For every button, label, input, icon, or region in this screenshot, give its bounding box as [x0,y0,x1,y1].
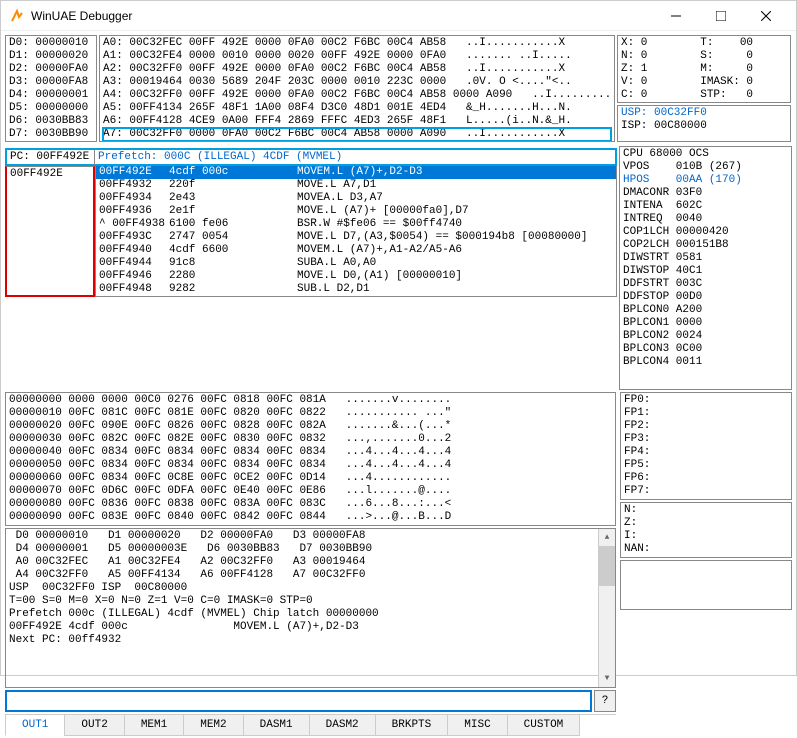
tab-dasm2[interactable]: DASM2 [309,715,376,736]
titlebar: WinUAE Debugger [1,1,796,31]
disasm-row[interactable]: 00FF4936 2e1fMOVE.L (A7)+ [00000fa0],D7 [96,205,616,218]
tab-bar: OUT1OUT2MEM1MEM2DASM1DASM2BRKPTSMISCCUST… [5,714,616,736]
disasm-row[interactable]: 00FF493C 2747 0054MOVE.L D7,(A3,$0054) =… [96,231,616,244]
tab-custom[interactable]: CUSTOM [507,715,581,736]
tab-out2[interactable]: OUT2 [64,715,124,736]
scroll-up-icon[interactable]: ▲ [599,529,615,546]
scroll-down-icon[interactable]: ▼ [599,670,615,687]
disasm-row[interactable]: 00FF4940 4cdf 6600MOVEM.L (A7)+,A1-A2/A5… [96,244,616,257]
tab-brkpts[interactable]: BRKPTS [375,715,449,736]
disasm-row[interactable]: 00FF4934 2e43MOVEA.L D3,A7 [96,192,616,205]
scroll-thumb[interactable] [599,546,615,586]
data-registers[interactable]: D0: 00000010 D1: 00000020 D2: 00000FA0 D… [5,35,97,142]
pc-highlight[interactable]: 00FF492E [5,166,95,297]
pc-register[interactable]: PC: 00FF492E [5,148,95,166]
command-input[interactable] [5,690,592,712]
cpu-flags[interactable]: X: 0 T: 00 N: 0 S: 0 Z: 1 M: 0 V: 0 IMAS… [617,35,791,103]
disasm-row[interactable]: 00FF4948 9282SUB.L D2,D1 [96,283,616,296]
help-button[interactable]: ? [594,690,616,712]
fp-registers[interactable]: FP0: FP1: FP2: FP3: FP4: FP5: FP6: FP7: [620,392,792,500]
tab-dasm1[interactable]: DASM1 [243,715,310,736]
scrollbar[interactable]: ▲ ▼ [598,529,615,687]
minimize-button[interactable] [653,2,698,30]
address-registers[interactable]: A0: 00C32FEC 00FF 492E 0000 0FA0 00C2 F6… [99,35,615,142]
tab-misc[interactable]: MISC [447,715,507,736]
disasm-row[interactable]: 00FF4932 220fMOVE.L A7,D1 [96,179,616,192]
prefetch-display: Prefetch: 000C (ILLEGAL) 4CDF (MVMEL) [95,148,617,166]
disasm-row[interactable]: ^ 00FF49386100 fe06BSR.W #$fe06 == $00ff… [96,218,616,231]
chip-registers[interactable]: CPU 68000 OCSVPOS 010B (267)HPOS 00AA (1… [619,146,792,390]
maximize-button[interactable] [698,2,743,30]
stack-pointers[interactable]: USP: 00C32FF0ISP: 00C80000 [617,105,791,142]
memory-hexdump[interactable]: 00000000 0000 0000 00C0 0276 00FC 0818 0… [5,392,616,526]
tab-mem1[interactable]: MEM1 [124,715,184,736]
tab-mem2[interactable]: MEM2 [183,715,243,736]
tab-out1[interactable]: OUT1 [5,715,65,736]
app-icon [9,8,25,24]
disasm-row-selected[interactable]: 00FF492E 4cdf 000cMOVEM.L (A7)+,D2-D3 [96,166,616,179]
disasm-row[interactable]: 00FF4946 2280MOVE.L D0,(A1) [00000010] [96,270,616,283]
disasm-row[interactable]: 00FF4944 91c8SUBA.L A0,A0 [96,257,616,270]
close-button[interactable] [743,2,788,30]
window-title: WinUAE Debugger [31,9,653,23]
trace-output[interactable]: D0 00000010 D1 00000020 D2 00000FA0 D3 0… [5,528,616,688]
disassembly-panel[interactable]: 00FF492E 4cdf 000cMOVEM.L (A7)+,D2-D300F… [95,166,617,297]
